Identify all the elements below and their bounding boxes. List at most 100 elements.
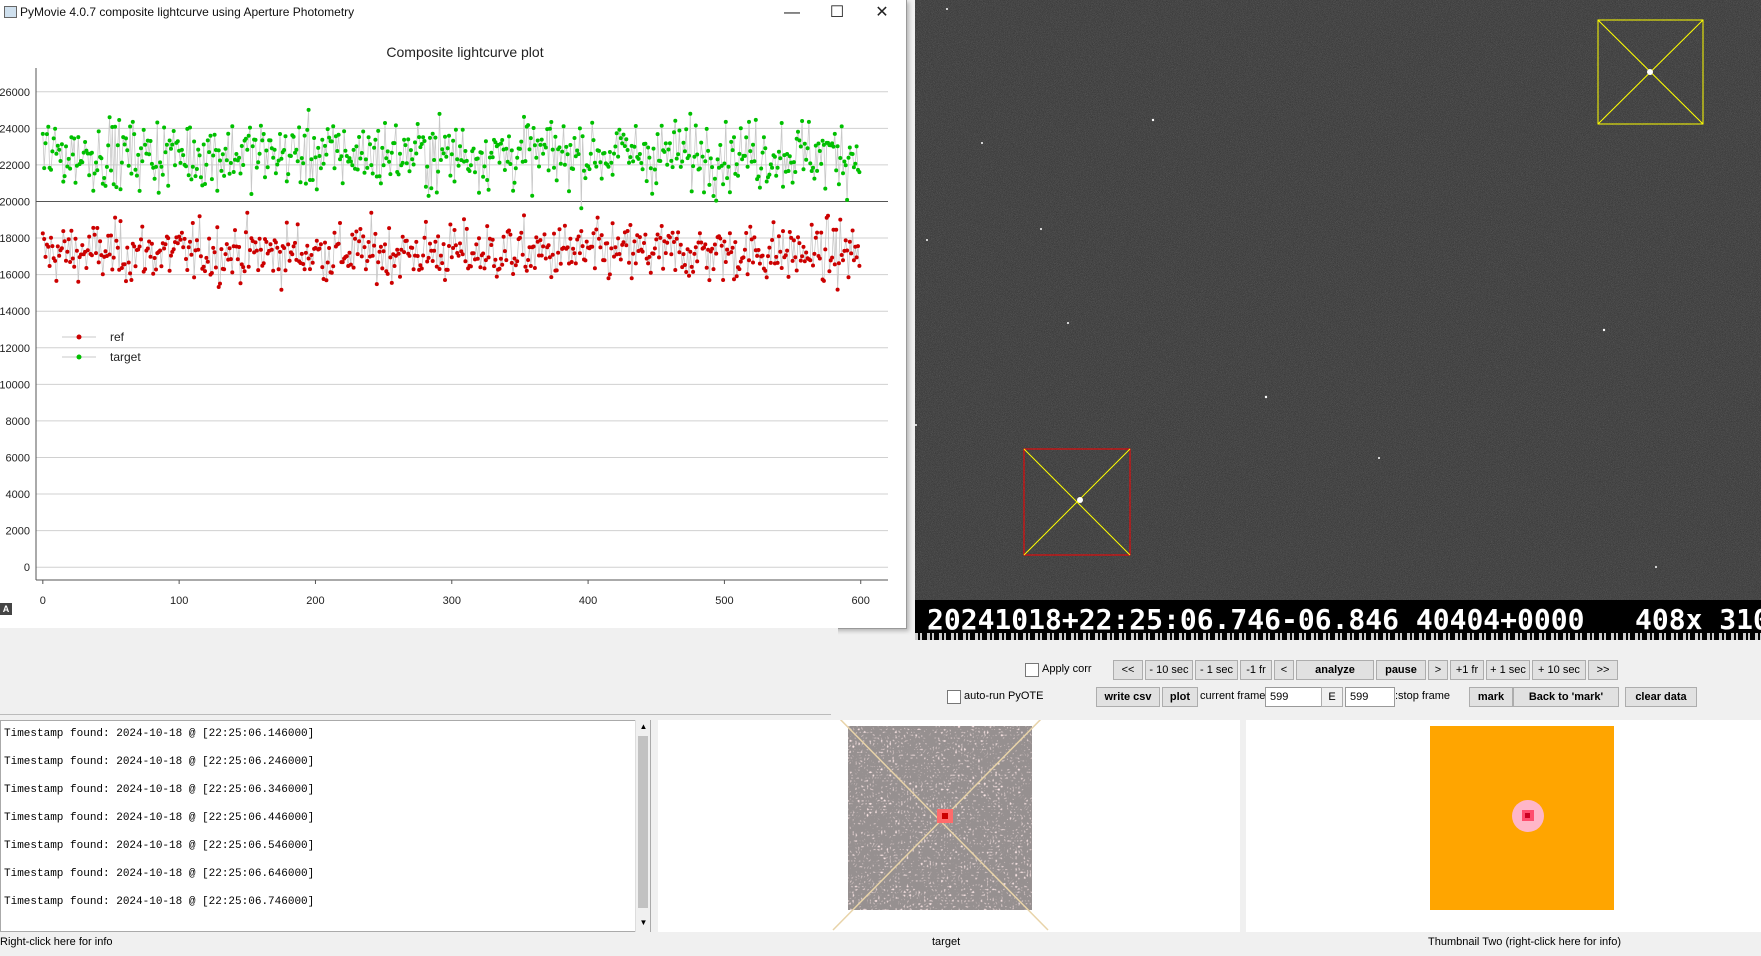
back-1-frame-button[interactable]: -1 fr xyxy=(1240,660,1272,680)
target-point xyxy=(249,192,254,196)
maximize-icon[interactable]: ☐ xyxy=(815,0,859,25)
ref-point xyxy=(590,244,595,249)
target-point xyxy=(617,127,622,132)
ref-point xyxy=(430,259,435,263)
ref-point xyxy=(857,263,862,268)
target-point xyxy=(568,143,573,147)
target-point xyxy=(327,135,332,140)
ref-point xyxy=(133,264,138,269)
ref-point xyxy=(151,271,156,276)
target-point xyxy=(66,156,71,161)
step-back-button[interactable]: < xyxy=(1274,660,1294,680)
ref-point xyxy=(167,268,172,273)
target-point xyxy=(565,152,570,157)
ref-point xyxy=(62,239,67,244)
back-10-sec-button[interactable]: - 10 sec xyxy=(1145,660,1193,680)
autoscale-icon[interactable]: A xyxy=(0,603,12,615)
target-point xyxy=(587,167,592,172)
target-point xyxy=(624,137,629,142)
ref-point xyxy=(392,264,397,268)
target-point xyxy=(407,169,412,174)
target-point xyxy=(674,156,679,161)
target-point xyxy=(263,175,267,180)
ref-point xyxy=(528,264,533,268)
back-1-sec-button[interactable]: - 1 sec xyxy=(1195,660,1238,680)
forward-1-frame-button[interactable]: +1 fr xyxy=(1450,660,1484,680)
target-point xyxy=(648,166,653,171)
target-point xyxy=(740,157,745,162)
ref-point xyxy=(667,235,672,240)
scroll-thumb[interactable] xyxy=(638,736,648,908)
thumbnail-two[interactable] xyxy=(1246,720,1761,932)
current-frame-input[interactable]: 599 xyxy=(1265,687,1323,707)
log-scrollbar[interactable]: ▲ ▼ xyxy=(635,720,650,932)
forward-10-sec-button[interactable]: + 10 sec xyxy=(1532,660,1586,680)
target-point xyxy=(336,132,341,137)
ref-point xyxy=(182,236,187,241)
target-point xyxy=(489,150,494,155)
step-forward-button[interactable]: > xyxy=(1428,660,1448,680)
video-frame[interactable]: 20241018+22:25:06.746-06.846 40404+0000 … xyxy=(915,0,1761,640)
back-to-mark-button[interactable]: Back to 'mark' xyxy=(1513,687,1619,707)
clear-data-button[interactable]: clear data xyxy=(1625,687,1697,707)
ref-point xyxy=(458,241,462,246)
thumbnail-two-caption[interactable]: Thumbnail Two (right-click here for info… xyxy=(1428,936,1621,948)
target-point xyxy=(363,157,368,162)
app-window-icon xyxy=(4,6,17,18)
lightcurve-plot[interactable]: 0200040006000800010000120001400016000180… xyxy=(0,60,906,620)
close-icon[interactable]: ✕ xyxy=(860,0,904,25)
ref-point xyxy=(85,248,90,253)
write-csv-button[interactable]: write csv xyxy=(1096,687,1160,707)
target-point xyxy=(171,129,176,133)
forward-1-sec-button[interactable]: + 1 sec xyxy=(1486,660,1530,680)
ref-point xyxy=(748,224,753,229)
mark-button[interactable]: mark xyxy=(1469,687,1513,707)
target-point xyxy=(508,162,513,166)
scroll-down-icon[interactable]: ▼ xyxy=(637,916,650,930)
target-point xyxy=(846,155,851,160)
ref-point xyxy=(699,240,704,245)
minimize-icon[interactable]: — xyxy=(770,0,814,25)
jump-start-button[interactable]: << xyxy=(1113,660,1143,680)
auto-run-pyote-checkbox[interactable] xyxy=(947,690,961,704)
target-point xyxy=(365,165,370,170)
target-point xyxy=(707,182,712,187)
blank-panel xyxy=(0,628,838,715)
ref-point xyxy=(325,260,330,265)
analyze-button[interactable]: analyze xyxy=(1296,660,1374,680)
jump-end-button[interactable]: >> xyxy=(1588,660,1618,680)
ref-point xyxy=(448,222,453,227)
target-point xyxy=(647,155,652,160)
ref-point xyxy=(324,278,329,283)
target-point xyxy=(396,172,401,177)
apply-corr-checkbox[interactable] xyxy=(1025,663,1039,677)
target-point xyxy=(804,157,809,162)
pause-button[interactable]: pause xyxy=(1376,660,1426,680)
target-point xyxy=(283,134,288,139)
stop-frame-input[interactable]: 599 xyxy=(1345,687,1395,707)
scroll-up-icon[interactable]: ▲ xyxy=(637,720,650,734)
plot-button[interactable]: plot xyxy=(1162,687,1198,707)
window-title-bar[interactable]: PyMovie 4.0.7 composite lightcurve using… xyxy=(0,0,906,25)
target-point xyxy=(558,161,563,166)
thumbnail-one[interactable] xyxy=(658,720,1240,932)
target-point xyxy=(381,163,386,168)
log-info-hint[interactable]: Right-click here for info xyxy=(0,936,113,948)
ref-point xyxy=(755,253,760,258)
target-point xyxy=(440,147,445,152)
ref-point xyxy=(162,246,167,251)
target-point xyxy=(436,169,441,174)
ref-point xyxy=(215,225,220,230)
target-point xyxy=(458,144,462,149)
ref-point xyxy=(486,255,491,260)
target-point xyxy=(115,143,120,148)
y-tick-label: 4000 xyxy=(6,489,30,501)
target-point xyxy=(580,134,585,139)
target-thumbnail-image xyxy=(832,720,1049,931)
target-point xyxy=(248,125,252,130)
target-point xyxy=(732,135,736,140)
star-field xyxy=(915,0,1761,600)
target-point xyxy=(136,152,141,157)
target-point xyxy=(703,159,708,164)
ref-point xyxy=(169,253,173,258)
